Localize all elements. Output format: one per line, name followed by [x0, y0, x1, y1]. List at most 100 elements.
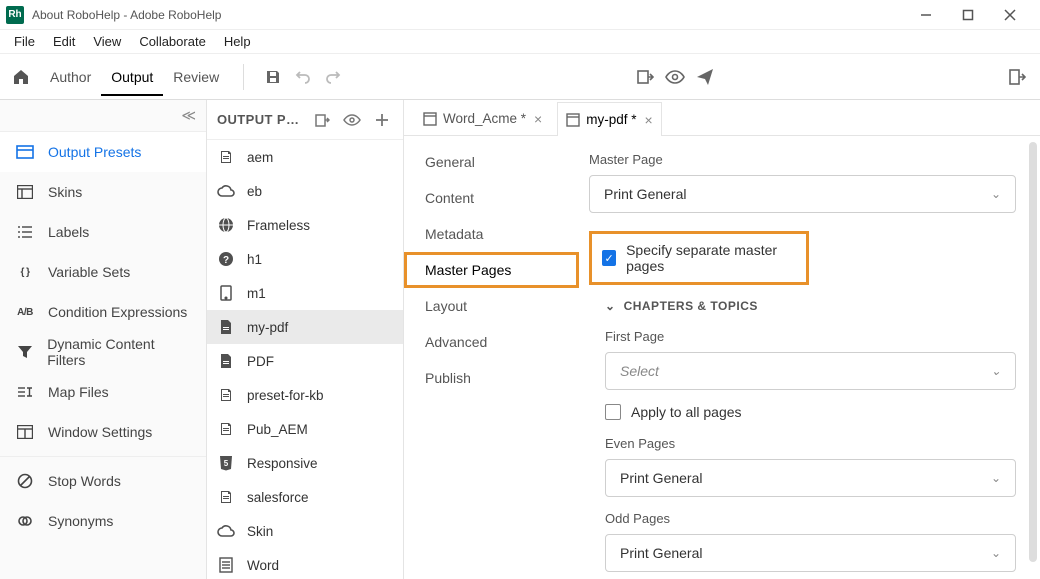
sidebar-item-label: Map Files	[48, 384, 109, 400]
menu-file[interactable]: File	[6, 31, 43, 52]
collapse-icon[interactable]: ≪	[181, 107, 196, 124]
even-pages-select[interactable]: Print General ⌄	[605, 459, 1016, 497]
preset-item-preset-for-kb[interactable]: preset-for-kb	[207, 378, 403, 412]
mode-review[interactable]: Review	[163, 59, 229, 95]
tab-my-pdf[interactable]: my-pdf * ×	[557, 102, 661, 136]
preset-item-label: Word	[247, 558, 279, 573]
sidebar-item-dynamic-filters[interactable]: Dynamic Content Filters	[0, 332, 206, 372]
mobile-icon	[217, 284, 235, 302]
settings-nav-layout[interactable]: Layout	[404, 288, 579, 324]
pdf-icon	[217, 318, 235, 336]
preset-item-aem[interactable]: aem	[207, 140, 403, 174]
undo-icon[interactable]	[288, 62, 318, 92]
chevron-down-icon: ⌄	[991, 364, 1001, 378]
add-preset-icon[interactable]	[371, 109, 393, 131]
preset-item-label: eb	[247, 184, 262, 199]
settings-form: Master Page Print General ⌄ ✓ Specify se…	[579, 136, 1040, 579]
menu-view[interactable]: View	[85, 31, 129, 52]
globe-icon	[217, 216, 235, 234]
preset-item-h1[interactable]: ? h1	[207, 242, 403, 276]
menu-edit[interactable]: Edit	[45, 31, 83, 52]
presets-icon	[16, 145, 34, 159]
preset-item-frameless[interactable]: Frameless	[207, 208, 403, 242]
export-preset-icon[interactable]	[311, 109, 333, 131]
master-page-select[interactable]: Print General ⌄	[589, 175, 1016, 213]
html5-icon: 5	[217, 454, 235, 472]
export-icon[interactable]	[630, 62, 660, 92]
publish-icon[interactable]	[690, 62, 720, 92]
sidebar-item-condition-expressions[interactable]: A/B Condition Expressions	[0, 292, 206, 332]
select-value: Print General	[604, 186, 686, 202]
syn-icon	[16, 513, 34, 529]
mode-output[interactable]: Output	[101, 59, 163, 95]
settings-nav-advanced[interactable]: Advanced	[404, 324, 579, 360]
close-button[interactable]	[996, 4, 1024, 26]
preset-item-label: h1	[247, 252, 262, 267]
tab-close-icon[interactable]: ×	[534, 111, 542, 127]
doc-stack-icon	[217, 420, 235, 438]
settings-nav-publish[interactable]: Publish	[404, 360, 579, 396]
settings-nav-content[interactable]: Content	[404, 180, 579, 216]
specify-separate-checkbox[interactable]: ✓	[602, 250, 616, 266]
sidebar-item-skins[interactable]: Skins	[0, 172, 206, 212]
chevron-down-icon: ⌄	[991, 187, 1001, 201]
chevron-down-icon: ⌄	[991, 546, 1001, 560]
scrollbar[interactable]	[1029, 142, 1037, 562]
settings-nav-master-pages[interactable]: Master Pages	[404, 252, 579, 288]
preset-item-responsive[interactable]: 5Responsive	[207, 446, 403, 480]
home-icon[interactable]	[8, 64, 34, 90]
preset-item-label: Skin	[247, 524, 273, 539]
preset-item-skin[interactable]: Skin	[207, 514, 403, 548]
section-chapters-topics[interactable]: ⌄ CHAPTERS & TOPICS	[605, 299, 1016, 313]
app-icon: Rh	[6, 6, 24, 24]
save-icon[interactable]	[258, 62, 288, 92]
sidebar-item-label: Window Settings	[48, 424, 152, 440]
sidebar-item-labels[interactable]: Labels	[0, 212, 206, 252]
even-pages-label: Even Pages	[605, 436, 1016, 451]
tab-word-acme[interactable]: Word_Acme * ×	[414, 101, 551, 135]
mode-author[interactable]: Author	[40, 59, 101, 95]
vars-icon: { }	[16, 267, 34, 278]
minimize-button[interactable]	[912, 4, 940, 26]
settings-nav-metadata[interactable]: Metadata	[404, 216, 579, 252]
logout-icon[interactable]	[1002, 62, 1032, 92]
sidebar-item-label: Condition Expressions	[48, 304, 187, 320]
sidebar-item-variable-sets[interactable]: { } Variable Sets	[0, 252, 206, 292]
tab-close-icon[interactable]: ×	[644, 112, 652, 128]
labels-icon	[16, 225, 34, 239]
sidebar-item-synonyms[interactable]: Synonyms	[0, 501, 206, 541]
svg-text:?: ?	[223, 255, 229, 266]
menu-collaborate[interactable]: Collaborate	[131, 31, 214, 52]
preset-item-pdf[interactable]: PDF	[207, 344, 403, 378]
preset-item-my-pdf[interactable]: my-pdf	[207, 310, 403, 344]
first-page-select[interactable]: Select ⌄	[605, 352, 1016, 390]
sidebar-item-stop-words[interactable]: Stop Words	[0, 461, 206, 501]
preset-item-eb[interactable]: eb	[207, 174, 403, 208]
sidebar-item-window-settings[interactable]: Window Settings	[0, 412, 206, 452]
apply-all-pages-checkbox[interactable]	[605, 404, 621, 420]
sidebar-item-label: Labels	[48, 224, 89, 240]
apply-all-pages-label: Apply to all pages	[631, 404, 742, 420]
help-icon: ?	[217, 250, 235, 268]
preview-icon[interactable]	[660, 62, 690, 92]
left-sidebar: ≪ Output Presets Skins Labels { } Variab…	[0, 100, 207, 579]
preset-item-m1[interactable]: m1	[207, 276, 403, 310]
svg-text:5: 5	[224, 459, 229, 468]
preset-item-label: PDF	[247, 354, 274, 369]
preset-item-word[interactable]: Word	[207, 548, 403, 579]
settings-nav: GeneralContentMetadataMaster PagesLayout…	[404, 136, 579, 579]
odd-pages-select[interactable]: Print General ⌄	[605, 534, 1016, 572]
sidebar-item-label: Stop Words	[48, 473, 121, 489]
preset-item-salesforce[interactable]: salesforce	[207, 480, 403, 514]
settings-nav-general[interactable]: General	[404, 144, 579, 180]
preview-preset-icon[interactable]	[341, 109, 363, 131]
preset-item-pub-aem[interactable]: Pub_AEM	[207, 412, 403, 446]
master-page-label: Master Page	[589, 152, 1016, 167]
maximize-button[interactable]	[954, 4, 982, 26]
redo-icon[interactable]	[318, 62, 348, 92]
sidebar-item-label: Skins	[48, 184, 82, 200]
menu-help[interactable]: Help	[216, 31, 259, 52]
preset-item-label: salesforce	[247, 490, 309, 505]
sidebar-item-map-files[interactable]: Map Files	[0, 372, 206, 412]
sidebar-item-output-presets[interactable]: Output Presets	[0, 132, 206, 172]
